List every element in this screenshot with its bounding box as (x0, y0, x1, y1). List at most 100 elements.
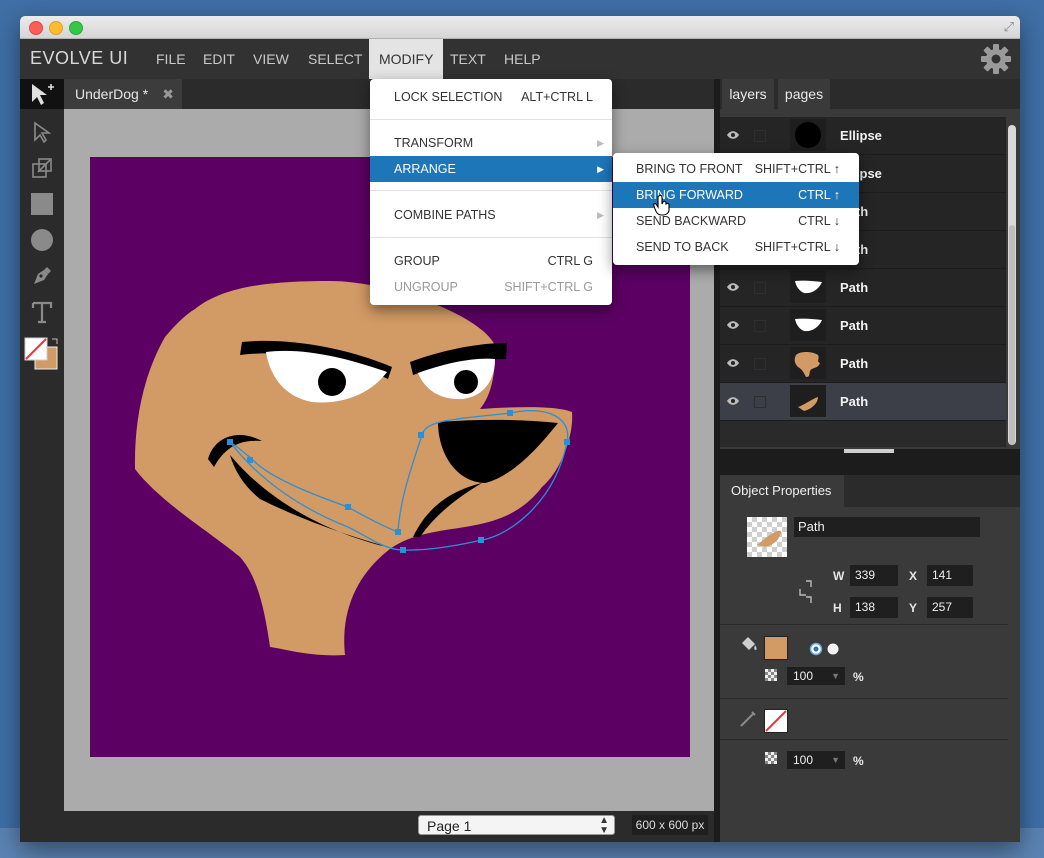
arrow-plus-icon (32, 84, 54, 105)
layer-thumbnail (790, 309, 826, 341)
menu-item-transform[interactable]: TRANSFORM ▶ (370, 130, 612, 156)
lock-toggle[interactable] (754, 282, 766, 294)
app-window: ⤢ EVOLVE UI FILE EDIT VIEW SELECT MODIFY… (20, 16, 1020, 842)
toolbox (20, 79, 64, 842)
layer-name: Path (840, 280, 869, 295)
link-proportions-icon[interactable] (798, 579, 814, 605)
fullscreen-icon[interactable]: ⤢ (1004, 19, 1014, 35)
select-tool[interactable] (20, 79, 64, 109)
eye-icon[interactable] (726, 394, 740, 408)
layer-row[interactable]: Path (720, 345, 1006, 383)
menu-view[interactable]: VIEW (243, 39, 299, 79)
fill-opacity-input[interactable]: 100 ▼ (787, 667, 845, 685)
transform-tool[interactable] (27, 153, 57, 183)
zoom-window-button[interactable] (69, 21, 83, 35)
menu-item-send-to-back[interactable]: SEND TO BACK SHIFT+CTRL ↓ (613, 234, 859, 260)
layer-row[interactable]: Ellipse (720, 117, 1006, 155)
document-tab[interactable]: UnderDog * ✖ (64, 79, 182, 109)
eye-icon[interactable] (726, 280, 740, 294)
pen-tool[interactable] (27, 261, 57, 291)
menu-edit[interactable]: EDIT (193, 39, 245, 79)
fill-type-radio-icon[interactable] (809, 642, 843, 656)
modify-menu: LOCK SELECTION ALT+CTRL L TRANSFORM ▶ AR… (370, 79, 612, 305)
menu-item-ungroup[interactable]: UNGROUP SHIFT+CTRL G (370, 274, 612, 300)
stroke-percent-label: % (853, 754, 864, 768)
menu-select[interactable]: SELECT (298, 39, 372, 79)
app-title: EVOLVE UI (30, 48, 129, 68)
menu-item-group[interactable]: GROUP CTRL G (370, 248, 612, 274)
direct-select-icon (34, 121, 52, 144)
gear-icon[interactable] (980, 43, 1012, 75)
lock-toggle[interactable] (754, 396, 766, 408)
canvas-size-label: 600 x 600 px (632, 815, 708, 835)
layer-thumbnail-icon (798, 397, 818, 411)
left-pupil (318, 368, 346, 396)
ellipse-icon (31, 229, 53, 251)
height-label: H (833, 601, 842, 615)
fill-stroke-swatches[interactable] (24, 337, 60, 373)
menu-modify[interactable]: MODIFY (369, 39, 444, 79)
object-name-input[interactable]: Path (794, 517, 980, 537)
eye-icon[interactable] (726, 128, 740, 142)
menu-file[interactable]: FILE (146, 39, 196, 79)
minimize-window-button[interactable] (49, 21, 63, 35)
properties-divider (720, 624, 1008, 625)
lock-toggle[interactable] (754, 320, 766, 332)
panel-divider[interactable] (720, 449, 1020, 475)
stroke-opacity-input[interactable]: 100 ▼ (787, 751, 845, 769)
panel-tabs: layers pages (720, 79, 1020, 109)
height-input[interactable]: 138 (850, 597, 898, 618)
width-label: W (833, 569, 845, 583)
close-icon[interactable]: ✖ (162, 79, 174, 109)
menu-item-arrange[interactable]: ARRANGE ▶ (370, 156, 612, 182)
layer-row[interactable]: Path (720, 269, 1006, 307)
menu-item-lock-selection[interactable]: LOCK SELECTION ALT+CTRL L (370, 84, 612, 110)
lock-toggle[interactable] (754, 130, 766, 142)
layers-scrollbar[interactable] (1008, 125, 1016, 445)
chevron-down-icon[interactable]: ▼ (831, 667, 840, 685)
fill-color-swatch[interactable] (764, 636, 788, 660)
menu-item-bring-forward[interactable]: BRING FORWARD CTRL ↑ (613, 182, 859, 208)
eye-icon[interactable] (726, 356, 740, 370)
status-bar: Page 1 ▲ ▼ 600 x 600 px (64, 811, 714, 842)
menu-item-send-backward[interactable]: SEND BACKWARD CTRL ↓ (613, 208, 859, 234)
page-select[interactable]: Page 1 ▲ ▼ (418, 815, 615, 836)
layer-thumbnail (790, 385, 826, 417)
lock-toggle[interactable] (754, 358, 766, 370)
menu-separator (370, 119, 612, 120)
chevron-down-icon[interactable]: ▼ (831, 751, 840, 769)
layer-name: Path (840, 318, 869, 333)
rectangle-tool[interactable] (27, 189, 57, 219)
direct-select-tool[interactable] (27, 117, 57, 147)
menu-text[interactable]: TEXT (440, 39, 496, 79)
tab-pages[interactable]: pages (778, 79, 830, 109)
layer-row[interactable]: Path (720, 307, 1006, 345)
tab-object-properties[interactable]: Object Properties (720, 475, 844, 507)
layer-thumbnail-icon (795, 318, 822, 332)
y-input[interactable]: 257 (927, 597, 973, 618)
menu-help[interactable]: HELP (494, 39, 551, 79)
y-label: Y (909, 601, 918, 615)
stroke-color-swatch[interactable] (764, 709, 788, 733)
bring-forward-shortcut: CTRL ↑ (798, 188, 840, 202)
x-input[interactable]: 141 (927, 565, 973, 586)
tab-layers[interactable]: layers (722, 79, 774, 109)
ellipse-tool[interactable] (27, 225, 57, 255)
divider-grip[interactable] (844, 449, 894, 453)
width-input[interactable]: 339 (850, 565, 898, 586)
layer-row[interactable]: Path (720, 383, 1006, 421)
mouth-thumbnail-icon (757, 530, 781, 547)
send-to-back-shortcut: SHIFT+CTRL ↓ (754, 240, 840, 254)
close-window-button[interactable] (29, 21, 43, 35)
text-tool[interactable] (27, 297, 57, 327)
paint-bucket-icon (742, 637, 757, 650)
menu-item-bring-to-front[interactable]: BRING TO FRONT SHIFT+CTRL ↑ (613, 156, 859, 182)
eye-icon[interactable] (726, 318, 740, 332)
rectangle-icon (31, 193, 53, 215)
scrollbar-thumb[interactable] (1009, 225, 1015, 445)
menu-item-combine-paths[interactable]: COMBINE PATHS ▶ (370, 202, 612, 228)
layer-thumbnail (790, 271, 826, 303)
ungroup-shortcut: SHIFT+CTRL G (504, 280, 593, 294)
arrange-submenu: BRING TO FRONT SHIFT+CTRL ↑ BRING FORWAR… (613, 153, 859, 265)
fill-stroke-icon (24, 337, 58, 370)
